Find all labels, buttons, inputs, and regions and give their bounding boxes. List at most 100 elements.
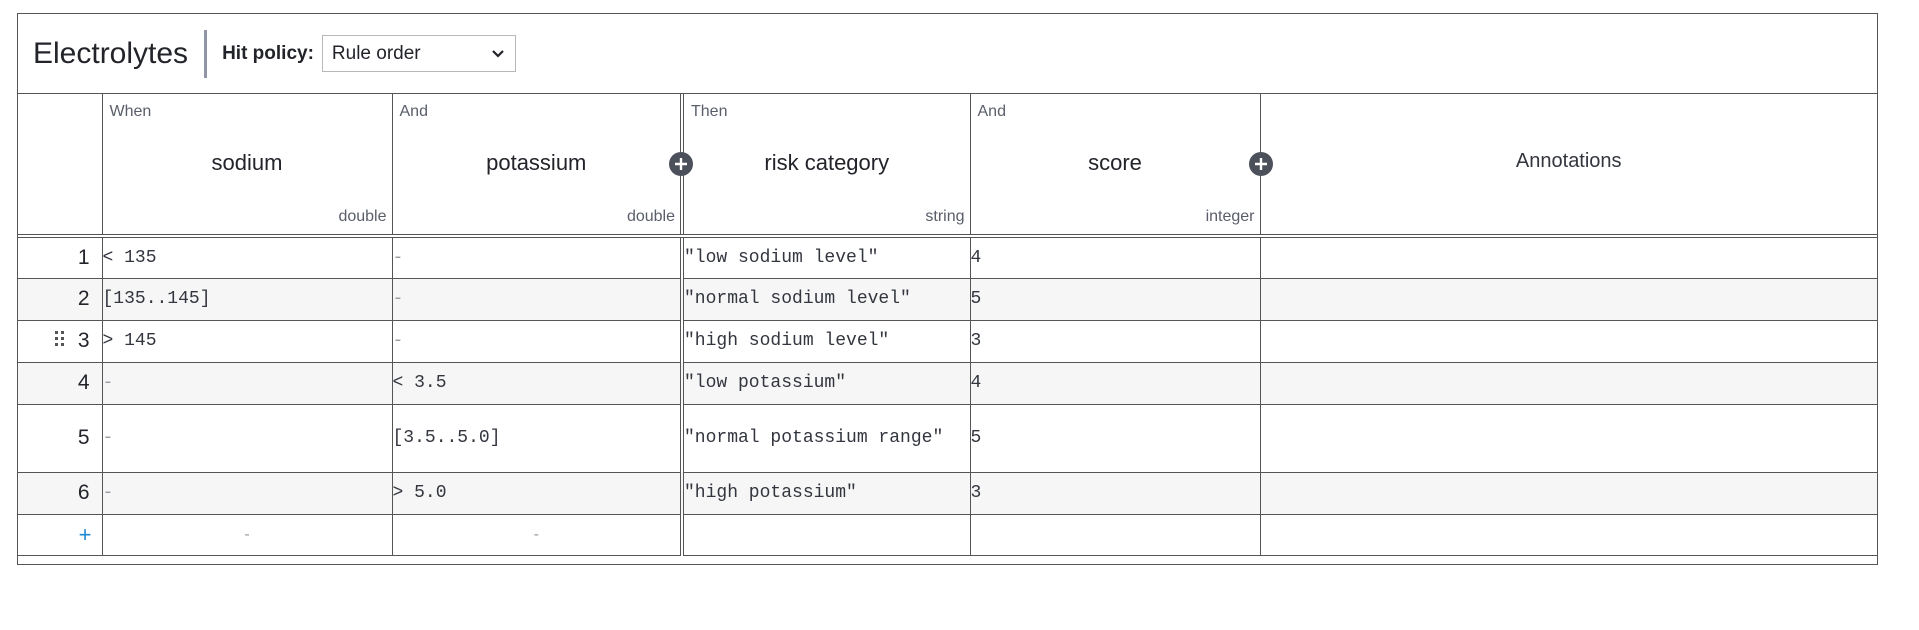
hit-policy-label: Hit policy: xyxy=(222,42,314,64)
type-ref[interactable]: integer xyxy=(1206,208,1255,226)
rule-index[interactable]: 3 xyxy=(18,320,103,363)
output-cell-risk-category[interactable]: "normal sodium level" xyxy=(680,278,971,321)
rule-index-text: 4 xyxy=(77,371,90,394)
table-row: 3 > 145 - "high sodium level" 3 xyxy=(18,320,1877,363)
input-cell-sodium[interactable]: - xyxy=(102,472,393,515)
annotations-label: Annotations xyxy=(1515,150,1622,172)
column-label[interactable]: potassium xyxy=(393,150,681,176)
column-label[interactable]: sodium xyxy=(103,150,392,176)
input-cell-sodium-text: - xyxy=(102,428,114,448)
input-cell-potassium-text: - xyxy=(392,289,404,309)
annotation-cell[interactable] xyxy=(1260,472,1877,515)
output-cell-score[interactable]: 5 xyxy=(970,404,1261,473)
clause-label: And xyxy=(399,103,428,120)
input-cell-sodium-text: > 145 xyxy=(102,331,157,351)
output-cell-score-text: 4 xyxy=(970,373,982,393)
annotations-header[interactable]: Annotations xyxy=(1260,94,1877,238)
output-cell-risk-category-text: "high sodium level" xyxy=(684,331,890,351)
annotation-cell[interactable] xyxy=(1260,362,1877,405)
output-cell-score-text: 3 xyxy=(970,483,982,503)
type-ref[interactable]: double xyxy=(338,208,386,226)
input-cell-potassium-text: > 5.0 xyxy=(392,483,447,503)
annotation-cell[interactable] xyxy=(1260,404,1877,473)
plus-circle-icon[interactable] xyxy=(669,152,693,176)
input-cell-potassium[interactable]: - xyxy=(392,236,683,279)
input-cell-sodium-text: < 135 xyxy=(102,247,157,268)
rule-index-text: 6 xyxy=(77,481,90,504)
output-header-risk-category[interactable]: Then risk category string xyxy=(680,94,971,238)
input-header-potassium[interactable]: And potassium double xyxy=(392,94,693,238)
table-row: 5- [3.5..5.0] "normal potassium range" 5 xyxy=(18,404,1877,473)
input-cell-potassium-text: - xyxy=(392,331,404,351)
rule-index[interactable]: 4 xyxy=(18,362,103,405)
output-cell-score-text: 5 xyxy=(970,289,982,309)
output-cell-risk-category[interactable]: "high potassium" xyxy=(680,472,971,515)
add-rule-row: + - - xyxy=(18,514,1877,556)
annotation-cell[interactable] xyxy=(1260,236,1877,279)
clause-label: Then xyxy=(691,103,728,120)
clause-label: And xyxy=(977,103,1006,120)
output-cell-score[interactable]: 4 xyxy=(970,236,1261,279)
rule-index[interactable]: 2 xyxy=(18,278,103,321)
output-cell-score-text: 3 xyxy=(970,331,982,351)
input-cell-potassium[interactable]: > 5.0 xyxy=(392,472,683,515)
output-cell-risk-category[interactable]: "normal potassium range" xyxy=(680,404,971,473)
input-cell-potassium[interactable]: < 3.5 xyxy=(392,362,683,405)
input-cell-sodium[interactable]: - xyxy=(102,404,393,473)
output-cell-risk-category-text: "normal potassium range" xyxy=(684,428,944,448)
output-cell-risk-category-text: "normal sodium level" xyxy=(684,289,911,309)
column-label[interactable]: risk category xyxy=(684,150,970,176)
output-cell-score[interactable]: 4 xyxy=(970,362,1261,405)
input-cell-potassium-text: - xyxy=(392,247,404,268)
rule-index-text: 3 xyxy=(77,329,90,352)
plus-circle-icon[interactable] xyxy=(1248,152,1273,176)
input-header-sodium[interactable]: When sodium double xyxy=(102,94,393,238)
table-row: 2 [135..145] - "normal sodium level" 5 xyxy=(18,278,1877,321)
output-cell-risk-category-text: "high potassium" xyxy=(684,483,857,503)
output-cell-risk-category[interactable]: "low potassium" xyxy=(680,362,971,405)
annotation-cell[interactable] xyxy=(1260,320,1877,363)
new-input-placeholder-sodium: - xyxy=(102,514,393,556)
input-cell-sodium[interactable]: - xyxy=(102,362,393,405)
input-cell-potassium[interactable]: - xyxy=(392,320,683,363)
output-cell-risk-category-text: "low sodium level" xyxy=(684,247,879,268)
rule-index[interactable]: 1 xyxy=(18,236,103,279)
table-row: 1 < 135 - "low sodium level" 4 xyxy=(18,236,1877,279)
chevron-down-icon xyxy=(491,49,505,59)
output-cell-score[interactable]: 3 xyxy=(970,472,1261,515)
input-cell-sodium[interactable]: < 135 xyxy=(102,236,393,279)
output-cell-score[interactable]: 3 xyxy=(970,320,1261,363)
input-cell-sodium[interactable]: > 145 xyxy=(102,320,393,363)
rule-index[interactable]: 6 xyxy=(18,472,103,515)
input-cell-potassium-text: < 3.5 xyxy=(392,373,447,393)
input-cell-sodium-text: - xyxy=(102,373,114,393)
new-output-placeholder-risk xyxy=(680,514,971,556)
input-cell-sodium[interactable]: [135..145] xyxy=(102,278,393,321)
decision-title[interactable]: Electrolytes xyxy=(18,29,208,78)
input-cell-potassium[interactable]: - xyxy=(392,278,683,321)
rule-index[interactable]: 5 xyxy=(18,404,103,473)
output-cell-risk-category-text: "low potassium" xyxy=(684,373,847,393)
type-ref[interactable]: string xyxy=(925,208,964,226)
hit-policy-value: Rule order xyxy=(331,42,421,64)
new-input-placeholder-potassium: - xyxy=(392,514,683,556)
type-ref[interactable]: double xyxy=(627,208,675,226)
new-annotation-placeholder xyxy=(1260,514,1877,556)
drag-handle-icon[interactable] xyxy=(55,329,66,353)
output-cell-risk-category[interactable]: "low sodium level" xyxy=(680,236,971,279)
output-header-score[interactable]: And score integer xyxy=(970,94,1273,238)
annotation-cell[interactable] xyxy=(1260,278,1877,321)
new-output-placeholder-score xyxy=(970,514,1261,556)
output-cell-score[interactable]: 5 xyxy=(970,278,1261,321)
input-cell-sodium-text: [135..145] xyxy=(102,289,211,309)
column-label[interactable]: score xyxy=(971,150,1260,176)
add-rule-button[interactable]: + xyxy=(18,514,103,556)
decision-header: Electrolytes Hit policy: Rule order xyxy=(18,14,1877,94)
input-cell-sodium-text: - xyxy=(102,483,114,503)
output-cell-risk-category[interactable]: "high sodium level" xyxy=(680,320,971,363)
rules-table: When sodium double And potassium double … xyxy=(18,94,1877,556)
table-row: 6- > 5.0 "high potassium" 3 xyxy=(18,472,1877,515)
hit-policy-select[interactable]: Rule order xyxy=(321,35,516,72)
input-cell-potassium[interactable]: [3.5..5.0] xyxy=(392,404,683,473)
rule-index-text: 2 xyxy=(77,287,90,310)
